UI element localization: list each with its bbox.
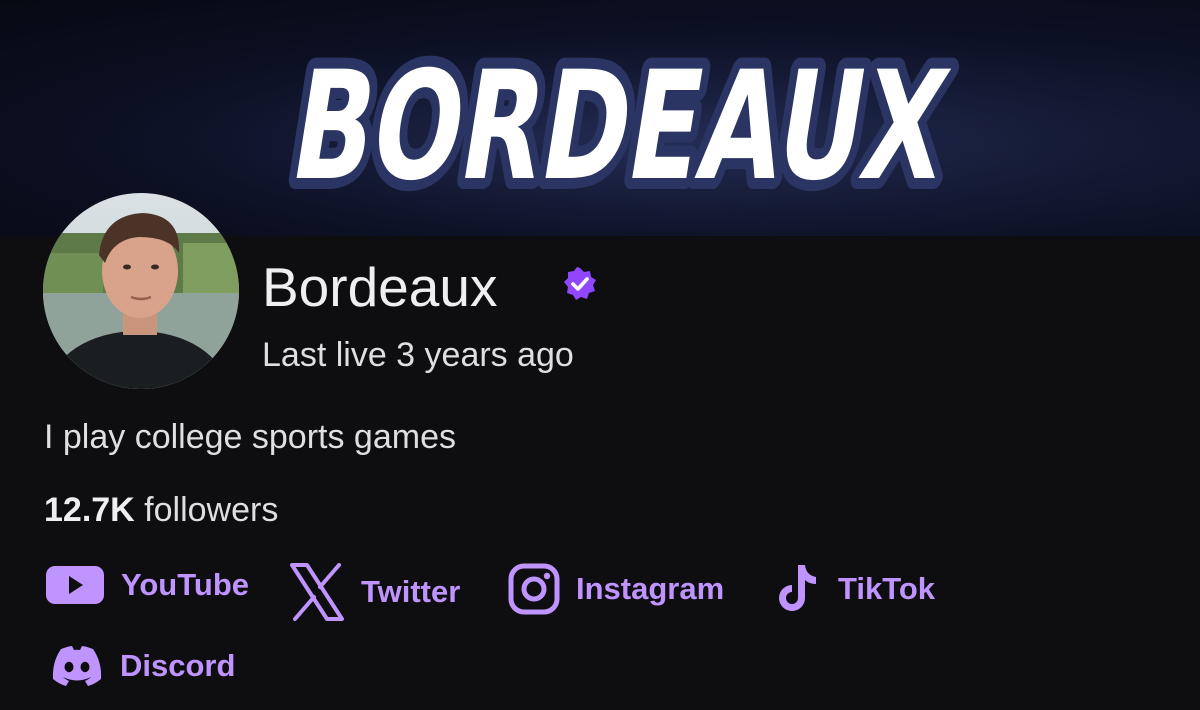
social-label-instagram: Instagram bbox=[576, 571, 725, 606]
channel-profile-page: BORDEAUX BORDEAUX Bordeaux Last live 3 y… bbox=[0, 0, 1200, 710]
channel-name: Bordeaux bbox=[262, 256, 498, 318]
social-label-youtube: YouTube bbox=[121, 567, 249, 602]
social-link-instagram[interactable]: Instagram bbox=[508, 563, 724, 615]
social-link-tiktok[interactable]: TikTok bbox=[772, 563, 935, 615]
followers-number: 12.7K bbox=[44, 491, 135, 529]
social-label-tiktok: TikTok bbox=[838, 571, 936, 606]
social-link-discord[interactable]: Discord bbox=[50, 645, 235, 687]
channel-bio: I play college sports games bbox=[44, 418, 456, 456]
tiktok-icon bbox=[772, 563, 822, 615]
x-icon bbox=[289, 563, 345, 621]
youtube-icon bbox=[45, 563, 105, 607]
verified-badge-icon bbox=[564, 267, 596, 300]
social-label-discord: Discord bbox=[120, 648, 236, 683]
last-live-status: Last live 3 years ago bbox=[262, 336, 574, 374]
followers-label: followers bbox=[134, 491, 279, 529]
banner-title: BORDEAUX bbox=[281, 39, 959, 214]
instagram-icon bbox=[508, 563, 560, 615]
social-link-twitter[interactable]: Twitter bbox=[289, 563, 460, 621]
followers-count: 12.7K followers bbox=[44, 488, 278, 532]
avatar[interactable] bbox=[43, 193, 239, 389]
social-link-youtube[interactable]: YouTube bbox=[45, 563, 249, 607]
discord-icon bbox=[50, 645, 104, 687]
social-label-twitter: Twitter bbox=[361, 574, 461, 609]
